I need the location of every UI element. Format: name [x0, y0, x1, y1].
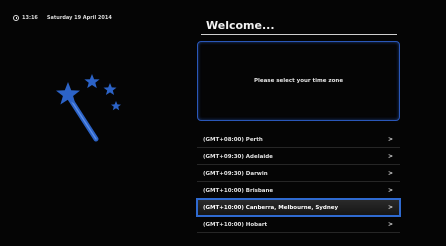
timezone-list: (GMT+08:00) Perth > (GMT+09:30) Adelaide…	[196, 131, 401, 233]
timezone-item-hobart[interactable]: (GMT+10:00) Hobart >	[197, 216, 400, 233]
magic-wand-icon	[56, 74, 121, 142]
timezone-item-perth[interactable]: (GMT+08:00) Perth >	[197, 131, 400, 148]
chevron-right-icon: >	[387, 170, 393, 177]
chevron-right-icon: >	[387, 153, 393, 160]
status-time: 13:16	[22, 15, 38, 21]
timezone-label: (GMT+08:00) Perth	[203, 137, 263, 143]
timezone-item-sydney[interactable]: (GMT+10:00) Canberra, Melbourne, Sydney …	[196, 198, 401, 217]
timezone-label: (GMT+10:00) Canberra, Melbourne, Sydney	[203, 205, 339, 211]
timezone-item-darwin[interactable]: (GMT+09:30) Darwin >	[197, 165, 400, 182]
status-bar: 13:16 Saturday 19 April 2014	[13, 15, 112, 21]
chevron-right-icon: >	[387, 187, 393, 194]
message-text: Please select your time zone	[253, 78, 344, 84]
timezone-label: (GMT+09:30) Darwin	[203, 171, 268, 177]
timezone-label: (GMT+10:00) Hobart	[203, 222, 268, 228]
status-date: Saturday 19 April 2014	[46, 15, 112, 21]
timezone-item-brisbane[interactable]: (GMT+10:00) Brisbane >	[197, 182, 400, 199]
chevron-right-icon: >	[387, 136, 393, 143]
title-divider	[201, 34, 397, 35]
clock-icon	[13, 15, 19, 21]
message-panel: Please select your time zone	[197, 41, 400, 121]
chevron-right-icon: >	[387, 221, 393, 228]
timezone-label: (GMT+10:00) Brisbane	[203, 188, 274, 194]
wizard-title: Welcome...	[206, 19, 275, 32]
timezone-item-adelaide[interactable]: (GMT+09:30) Adelaide >	[197, 148, 400, 165]
setup-wizard-screen: 13:16 Saturday 19 April 2014 Welcome... …	[0, 0, 446, 246]
timezone-label: (GMT+09:30) Adelaide	[203, 154, 273, 160]
chevron-right-icon: >	[387, 204, 393, 211]
